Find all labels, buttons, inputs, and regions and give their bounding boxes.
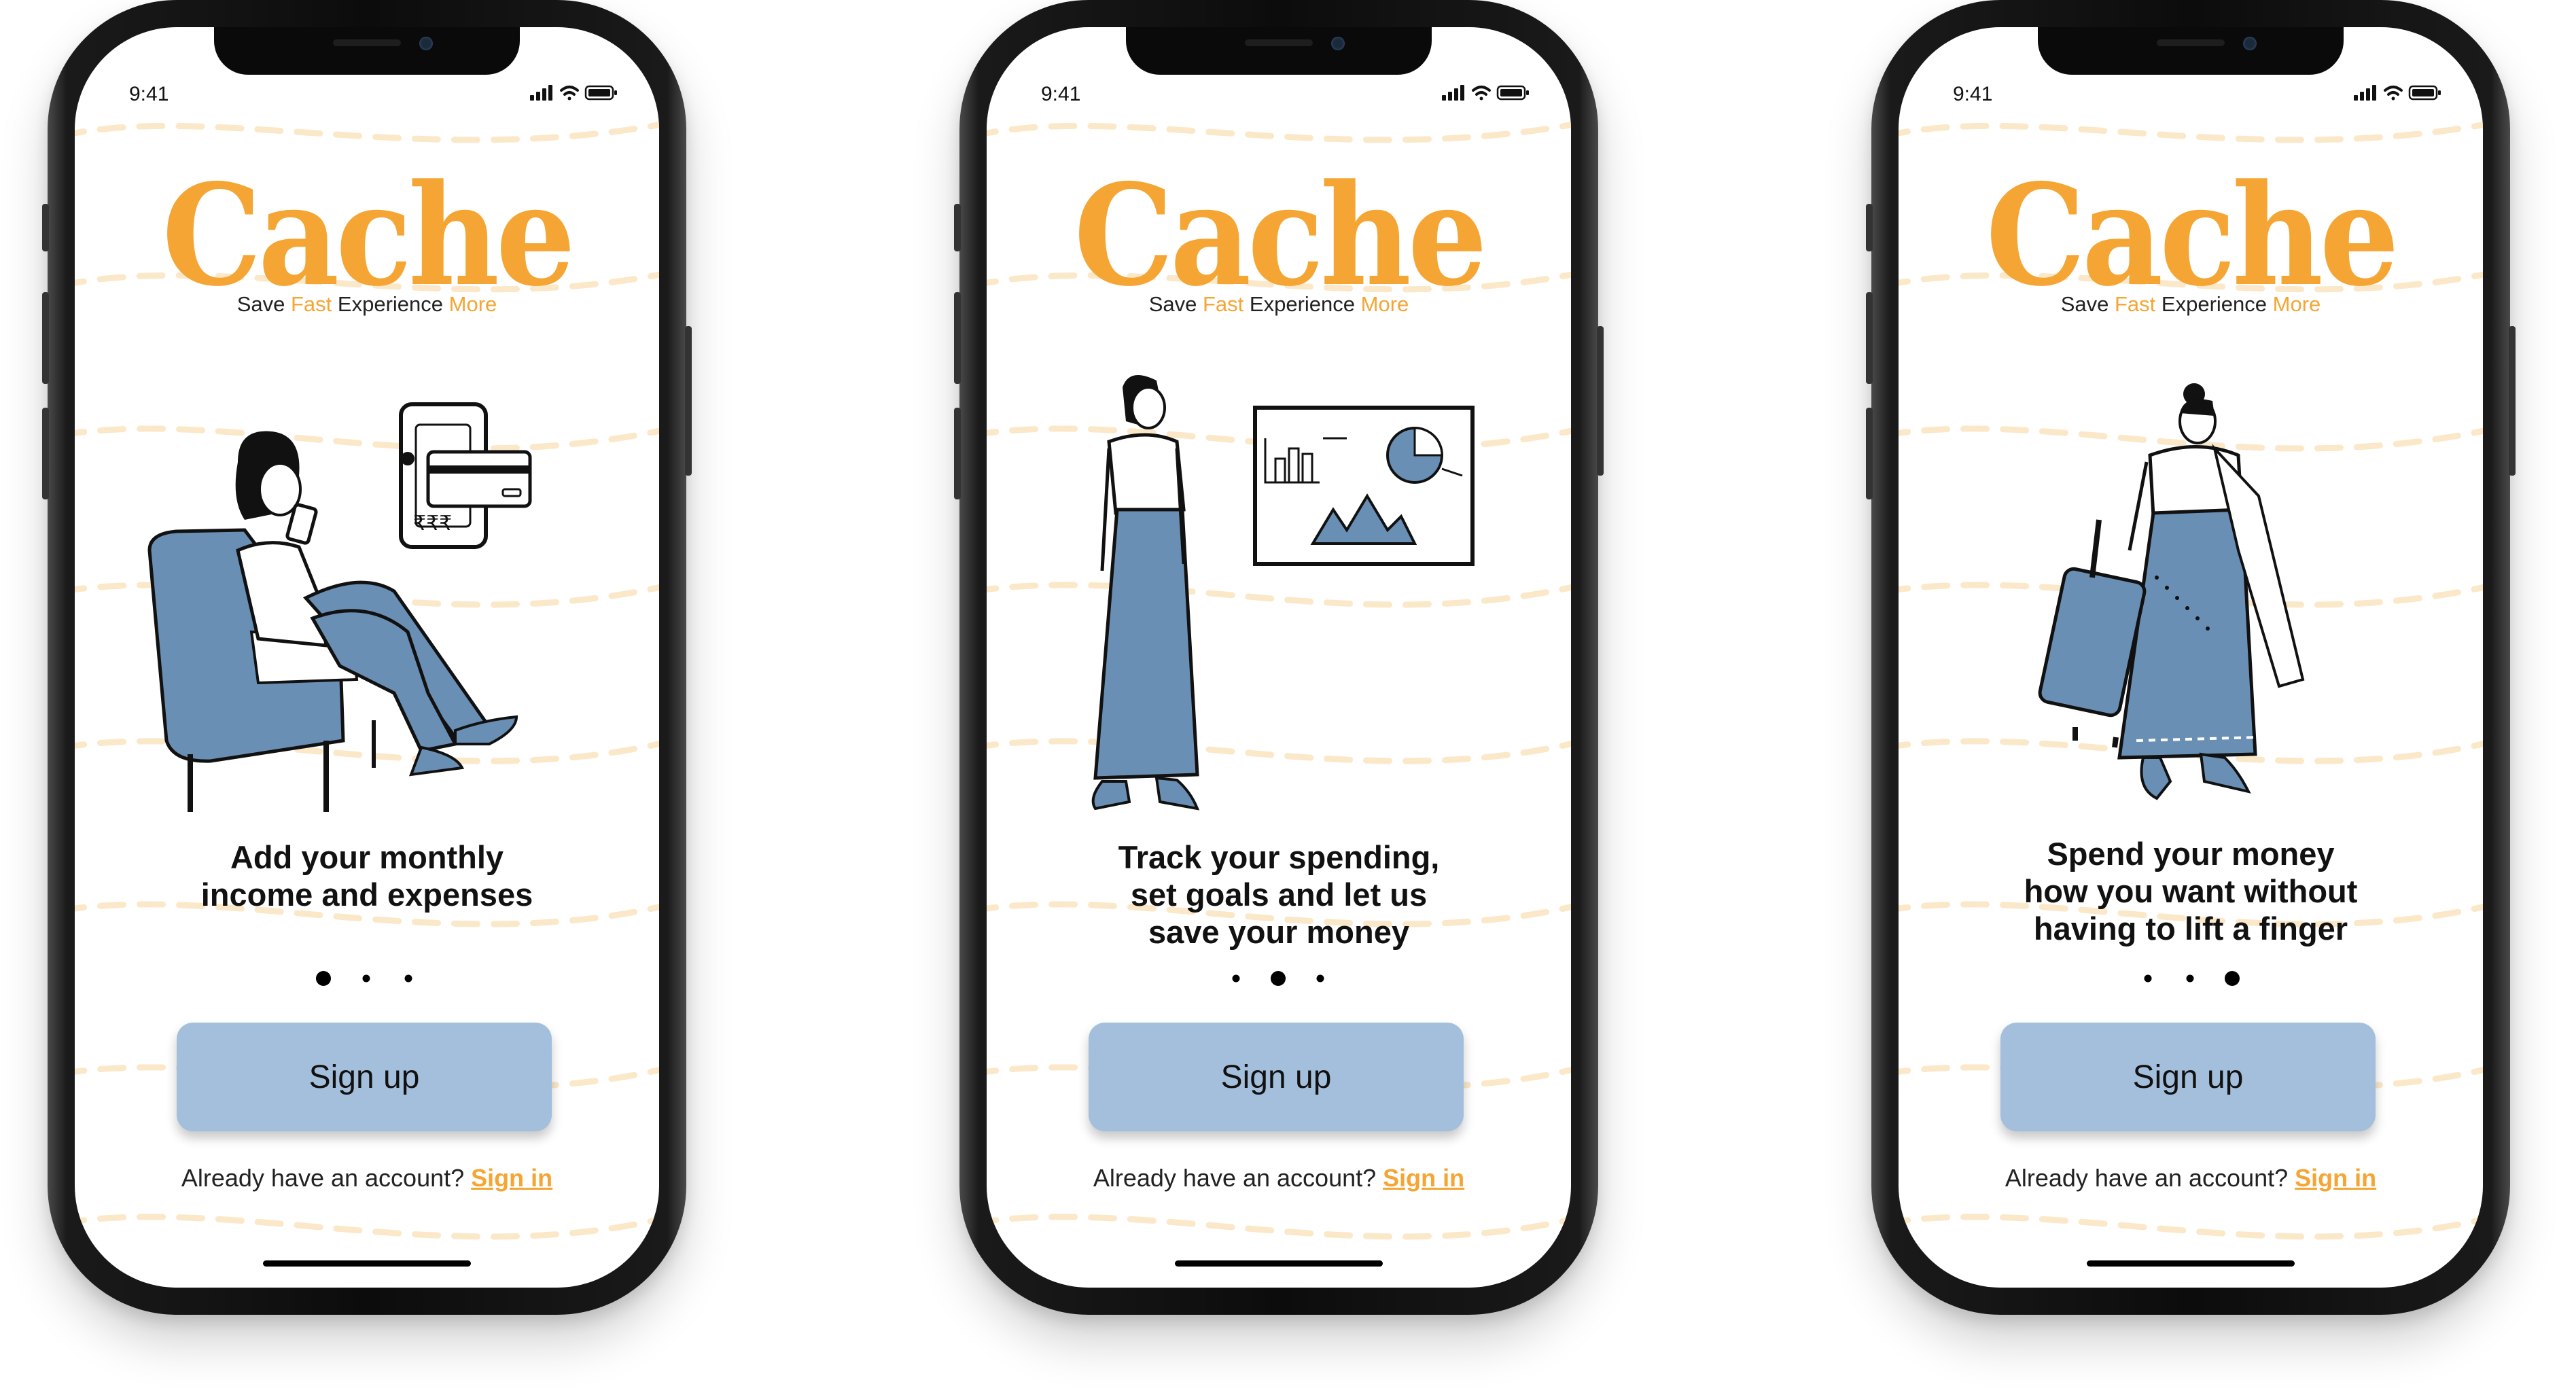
onboarding-headline: Add your monthly income and expenses <box>200 839 533 913</box>
onboarding-headline: Track your spending, set goals and let u… <box>1118 839 1440 950</box>
wifi-icon <box>1472 86 1491 101</box>
camera-icon <box>1331 37 1345 50</box>
phone-frame-2: 9:41 Cache Save Fast Experience More Tra… <box>954 0 1604 1315</box>
onboarding-screen-3: 9:41 Cache Save Fast Experience More Spe… <box>1899 27 2483 1288</box>
onboarding-headline: Spend your money how you want without ha… <box>2024 836 2358 947</box>
app-logo: Cache <box>162 154 576 317</box>
tagline: Save Fast Experience More <box>236 292 497 316</box>
sign-in-link[interactable]: Sign in <box>2295 1164 2376 1192</box>
sign-up-button[interactable]: Sign up <box>1089 1023 1464 1131</box>
page-dot-3-active[interactable] <box>2225 971 2240 986</box>
status-time: 9:41 <box>129 83 169 105</box>
wifi-icon <box>560 86 579 101</box>
home-indicator[interactable] <box>2087 1260 2295 1267</box>
page-dot-2[interactable] <box>2186 974 2194 983</box>
page-dot-2-active[interactable] <box>1271 971 1286 986</box>
woman-with-suitcase-illustration <box>2038 383 2305 800</box>
app-logo: Cache <box>1986 154 2399 317</box>
home-indicator[interactable] <box>1175 1260 1383 1267</box>
home-indicator[interactable] <box>263 1260 471 1267</box>
status-time: 9:41 <box>1041 83 1081 105</box>
tagline: Save Fast Experience More <box>2060 292 2321 316</box>
signal-icon <box>530 85 552 101</box>
page-dot-3[interactable] <box>1316 974 1324 983</box>
page-dot-1[interactable] <box>2144 974 2152 983</box>
sign-in-link[interactable]: Sign in <box>1383 1164 1464 1192</box>
camera-icon <box>419 37 433 50</box>
status-icons <box>1442 85 1529 101</box>
card-icon <box>426 450 532 508</box>
signal-icon <box>2354 85 2376 101</box>
page-dot-2[interactable] <box>362 974 370 983</box>
page-indicator[interactable] <box>1899 968 2483 989</box>
signin-prompt: Already have an account? Sign in <box>181 1164 553 1192</box>
app-logo: Cache <box>1074 154 1487 317</box>
status-icons <box>530 85 617 101</box>
phone-frame-3: 9:41 Cache Save Fast Experience More Spe… <box>1866 0 2516 1315</box>
battery-icon <box>2408 85 2441 101</box>
signin-prompt: Already have an account? Sign in <box>2005 1164 2377 1192</box>
onboarding-screen-1: 9:41 Cache Save Fast Experience More ₹₹₹ <box>75 27 659 1288</box>
onboarding-screen-2: 9:41 Cache Save Fast Experience More Tra… <box>987 27 1571 1288</box>
notch <box>2038 27 2344 75</box>
page-dot-1[interactable] <box>1232 974 1240 983</box>
wifi-icon <box>2384 86 2403 101</box>
rupee-symbols: ₹₹₹ <box>413 512 452 535</box>
battery-icon <box>584 85 617 101</box>
sign-up-button[interactable]: Sign up <box>2000 1023 2376 1131</box>
woman-on-armchair-illustration: ₹₹₹ <box>147 402 532 812</box>
woman-with-chart-board-illustration <box>1091 375 1475 811</box>
page-indicator[interactable] <box>75 968 659 989</box>
page-dot-3[interactable] <box>404 974 412 983</box>
status-time: 9:41 <box>1953 83 1993 105</box>
battery-icon <box>1496 85 1529 101</box>
sign-up-button[interactable]: Sign up <box>177 1023 552 1131</box>
page-indicator[interactable] <box>987 968 1571 989</box>
camera-icon <box>2243 37 2257 50</box>
sign-in-link[interactable]: Sign in <box>471 1164 552 1192</box>
notch <box>1126 27 1432 75</box>
notch <box>214 27 520 75</box>
phone-frame-1: 9:41 Cache Save Fast Experience More ₹₹₹ <box>42 0 692 1315</box>
status-icons <box>2354 85 2441 101</box>
page-dot-1-active[interactable] <box>316 971 331 986</box>
tagline: Save Fast Experience More <box>1148 292 1409 316</box>
saree <box>2117 508 2257 760</box>
signal-icon <box>1442 85 1464 101</box>
signin-prompt: Already have an account? Sign in <box>1093 1164 1465 1192</box>
